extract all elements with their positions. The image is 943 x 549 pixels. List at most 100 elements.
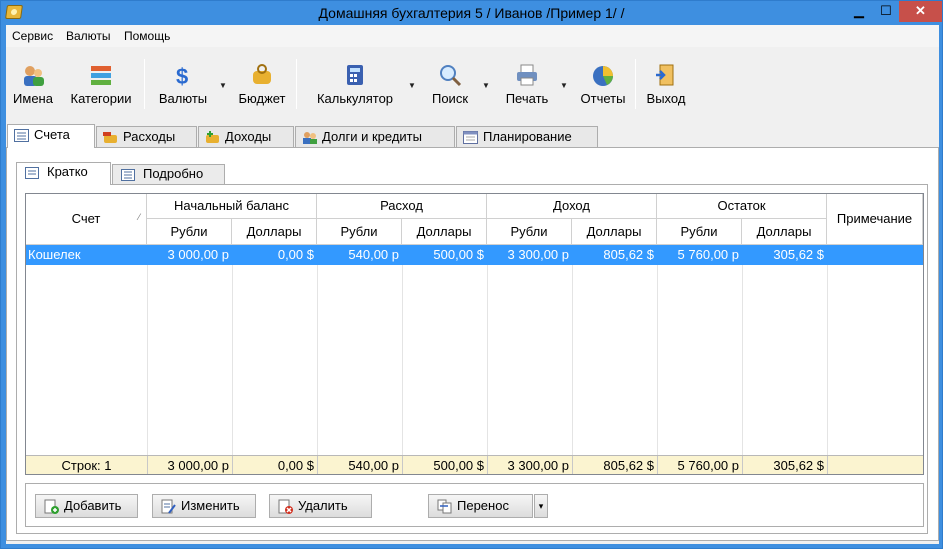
- column-header-rub[interactable]: Рубли: [487, 219, 572, 245]
- grid-line: [147, 245, 148, 455]
- tab-expenses[interactable]: Расходы: [96, 126, 197, 147]
- table-row[interactable]: Кошелек 3 000,00 р 0,00 $ 540,00 р 500,0…: [26, 245, 923, 265]
- print-dropdown-arrow[interactable]: ▼: [560, 81, 568, 90]
- value-cell: 3 000,00 р: [167, 247, 229, 262]
- names-button[interactable]: Имена: [8, 57, 58, 111]
- list-icon: [14, 128, 29, 142]
- subtab-brief[interactable]: Кратко: [16, 162, 111, 185]
- pie-chart-icon: [591, 63, 615, 87]
- reports-button[interactable]: Отчеты: [576, 57, 630, 111]
- toolbar-separator: [144, 59, 145, 109]
- accounts-table[interactable]: Счет ⁄ Начальный баланс Расход Доход Оста…: [25, 193, 924, 475]
- value-cell: 805,62 $: [603, 247, 654, 262]
- grid-line: [742, 245, 743, 455]
- value-cell: 500,00 $: [433, 247, 484, 262]
- menu-bar: Сервис Валюты Помощь: [6, 25, 939, 47]
- budget-button[interactable]: Бюджет: [234, 57, 290, 111]
- calendar-icon: [463, 130, 478, 144]
- transfer-button[interactable]: Перенос: [428, 494, 533, 518]
- categories-button[interactable]: Категории: [63, 57, 139, 111]
- grid-line: [232, 245, 233, 455]
- column-header-usd[interactable]: Доллары: [742, 219, 827, 245]
- grid-line: [402, 245, 403, 455]
- window-title: Домашняя бухгалтерия 5 / Иванов /Пример …: [318, 5, 625, 21]
- magnifier-icon: [438, 63, 462, 87]
- add-document-icon: [44, 499, 59, 514]
- detailed-list-icon: [121, 168, 135, 181]
- tab-planning[interactable]: Планирование: [456, 126, 598, 147]
- categories-icon: [89, 63, 113, 87]
- search-button[interactable]: Поиск: [424, 57, 476, 111]
- tab-income[interactable]: Доходы: [198, 126, 294, 147]
- purse-icon: [250, 63, 274, 87]
- sort-indicator-icon: ⁄: [138, 212, 140, 222]
- column-header-usd[interactable]: Доллары: [232, 219, 317, 245]
- delete-document-icon: [278, 499, 293, 514]
- toolbar: Имена Категории $ Валюты ▼ Бюджет Кальку…: [6, 55, 939, 113]
- total-cell: 3 300,00 р: [507, 458, 569, 473]
- toolbar-separator: [296, 59, 297, 109]
- value-cell: 5 760,00 р: [677, 247, 739, 262]
- app-window: Домашняя бухгалтерия 5 / Иванов /Пример …: [0, 0, 943, 549]
- group-header-opening-balance: Начальный баланс: [147, 194, 317, 219]
- subtab-detailed[interactable]: Подробно: [112, 164, 225, 184]
- group-header-expense: Расход: [317, 194, 487, 219]
- column-header-note[interactable]: Примечание: [827, 194, 923, 245]
- maximize-button[interactable]: ☐: [873, 1, 899, 22]
- client-area: Сервис Валюты Помощь Имена Категории $ В…: [6, 25, 939, 544]
- title-bar[interactable]: Домашняя бухгалтерия 5 / Иванов /Пример …: [1, 1, 942, 25]
- exit-door-icon: [654, 63, 678, 87]
- calculator-dropdown-arrow[interactable]: ▼: [408, 81, 416, 90]
- delete-button[interactable]: Удалить: [269, 494, 372, 518]
- total-cell: 540,00 р: [348, 458, 399, 473]
- close-button[interactable]: ✕: [899, 1, 942, 22]
- printer-icon: [515, 63, 539, 87]
- value-cell: 3 300,00 р: [507, 247, 569, 262]
- column-header-rub[interactable]: Рубли: [147, 219, 232, 245]
- tab-debts-credits[interactable]: Долги и кредиты: [295, 126, 455, 147]
- calculator-icon: [343, 63, 367, 87]
- grid-line: [827, 456, 828, 474]
- calculator-button[interactable]: Калькулятор: [308, 57, 402, 111]
- group-header-income: Доход: [487, 194, 657, 219]
- total-cell: 3 000,00 р: [167, 458, 229, 473]
- column-header-usd[interactable]: Доллары: [572, 219, 657, 245]
- account-name-cell: Кошелек: [28, 247, 81, 262]
- column-header-rub[interactable]: Рубли: [317, 219, 402, 245]
- grid-line: [487, 245, 488, 455]
- total-cell: 305,62 $: [773, 458, 824, 473]
- search-dropdown-arrow[interactable]: ▼: [482, 81, 490, 90]
- grid-line: [572, 245, 573, 455]
- dollar-icon: $: [171, 63, 195, 89]
- people-icon: [302, 130, 317, 144]
- grid-line: [827, 245, 828, 455]
- people-icon: [21, 63, 45, 87]
- total-cell: 5 760,00 р: [677, 458, 739, 473]
- value-cell: 0,00 $: [277, 247, 314, 262]
- column-header-account[interactable]: Счет ⁄: [26, 194, 147, 245]
- brief-view: Счет ⁄ Начальный баланс Расход Доход Оста…: [16, 184, 928, 534]
- action-bar: Добавить Изменить Удалить Перенос ▾: [25, 483, 924, 527]
- list-icon: [25, 166, 39, 179]
- menu-currencies[interactable]: Валюты: [66, 29, 111, 43]
- tab-accounts[interactable]: Счета: [7, 124, 95, 148]
- group-header-remainder: Остаток: [657, 194, 827, 219]
- menu-service[interactable]: Сервис: [12, 29, 53, 43]
- column-header-usd[interactable]: Доллары: [402, 219, 487, 245]
- coins-minus-icon: [103, 130, 118, 143]
- minimize-button[interactable]: ▁: [846, 1, 872, 22]
- currencies-dropdown-arrow[interactable]: ▼: [219, 81, 227, 90]
- print-button[interactable]: Печать: [498, 57, 556, 111]
- currencies-button[interactable]: $ Валюты: [152, 57, 214, 111]
- transfer-icon: [437, 499, 452, 514]
- total-cell: 0,00 $: [277, 458, 314, 473]
- column-header-rub[interactable]: Рубли: [657, 219, 742, 245]
- exit-button[interactable]: Выход: [642, 57, 690, 111]
- grid-line: [657, 245, 658, 455]
- menu-help[interactable]: Помощь: [124, 29, 170, 43]
- edit-button[interactable]: Изменить: [152, 494, 256, 518]
- add-button[interactable]: Добавить: [35, 494, 138, 518]
- transfer-dropdown-button[interactable]: ▾: [534, 494, 548, 518]
- row-count-label: Строк: 1: [61, 458, 112, 473]
- coins-plus-icon: [205, 130, 220, 143]
